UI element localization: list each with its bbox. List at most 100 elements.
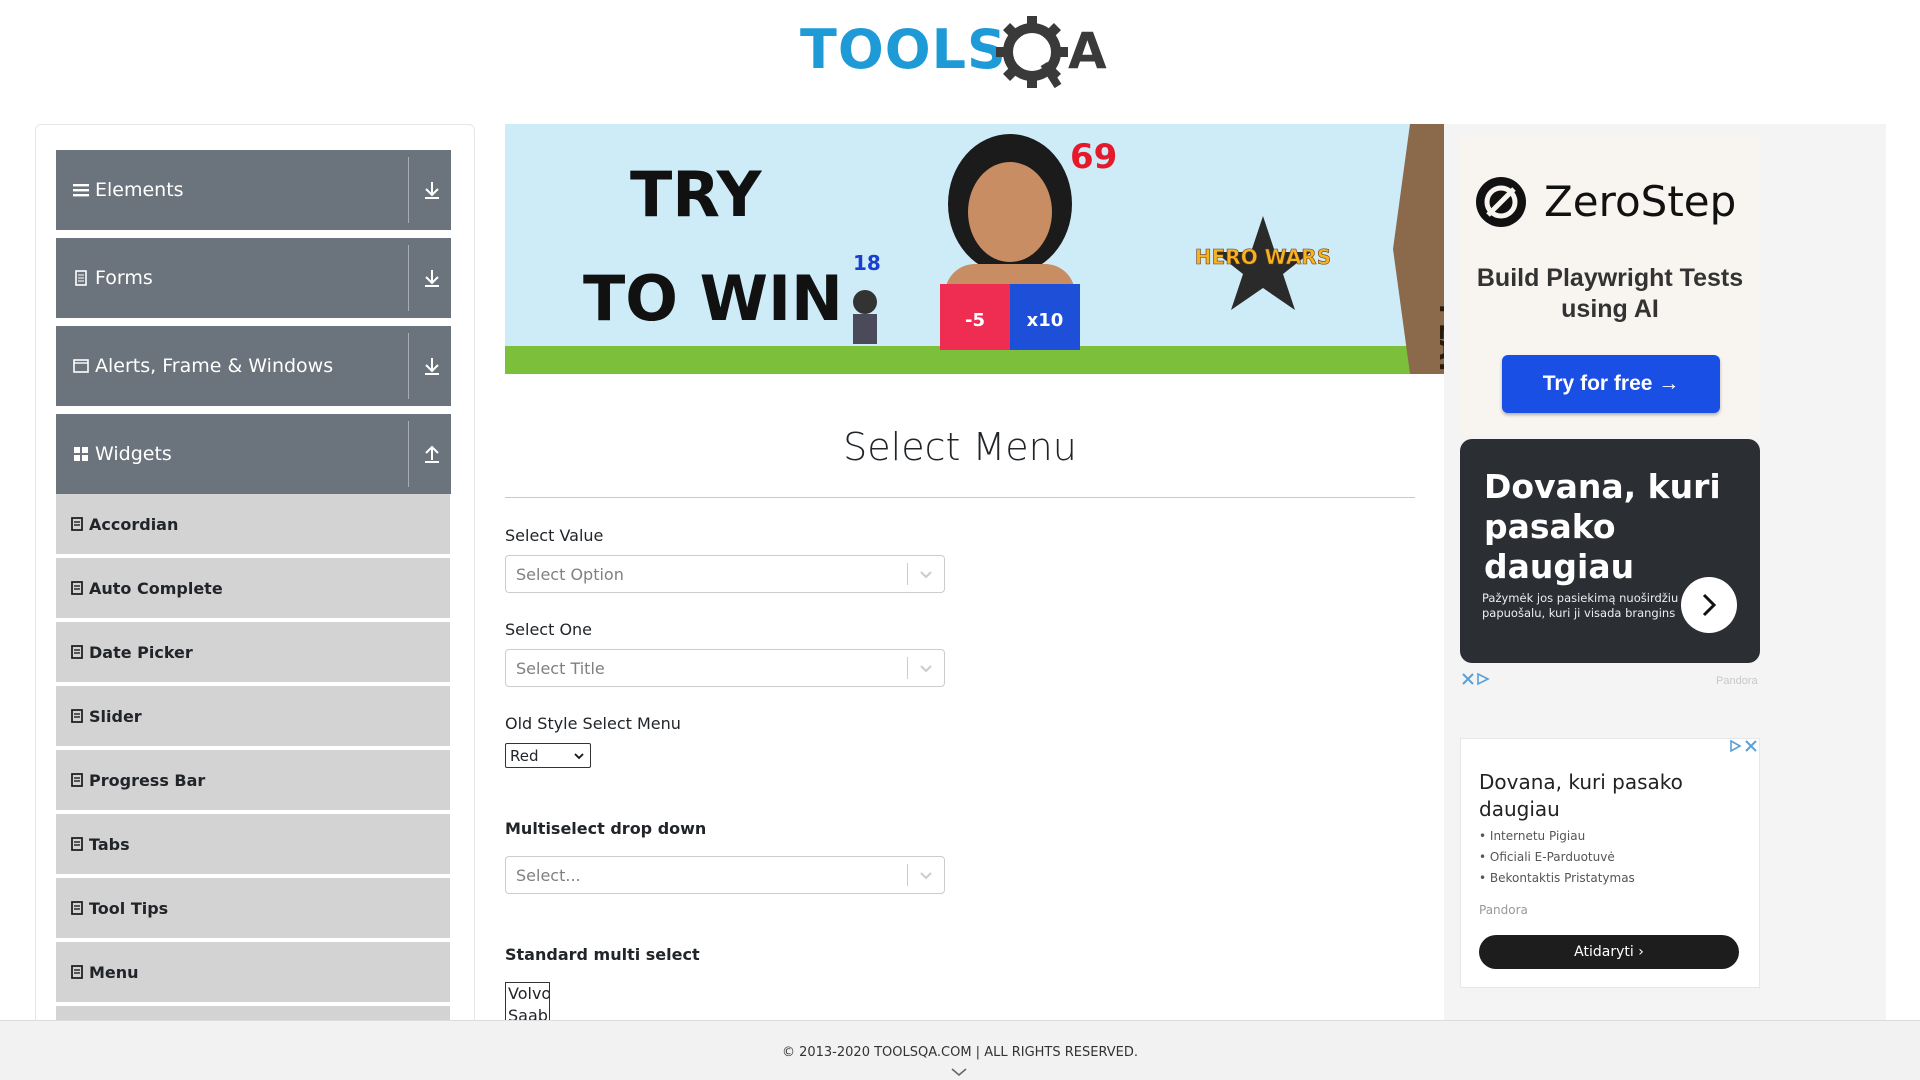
enemy-level: 69 — [1070, 137, 1117, 177]
list-icon — [71, 965, 83, 979]
divider — [408, 333, 409, 399]
hero-character-icon — [853, 290, 877, 344]
pandora-ad-dark[interactable]: Dovana, kuri pasako daugiau Pažymėk jos … — [1460, 439, 1760, 663]
block-minus-label: -5 — [965, 310, 985, 331]
standard-multi-select-label: Standard multi select — [505, 945, 700, 964]
zerostep-tagline: Build Playwright Tests using AI — [1476, 264, 1744, 323]
toolsqa-logo[interactable]: TOOLS A — [800, 14, 1125, 94]
divider — [408, 421, 409, 487]
standard-multi-select[interactable]: Volvo Saab — [505, 982, 550, 1022]
select-value-label: Select Value — [505, 526, 604, 545]
sidebar-item-label: Auto Complete — [89, 578, 223, 598]
sidebar-item-accordian[interactable]: Accordian — [56, 494, 450, 556]
select-one-placeholder: Select Title — [516, 658, 605, 678]
sidebar-item-label: Slider — [89, 706, 142, 726]
select-one-dropdown[interactable]: Select Title — [505, 649, 945, 687]
chevron-right-icon[interactable] — [1681, 577, 1737, 633]
chevron-down-icon[interactable] — [908, 556, 944, 592]
sidebar-item-auto-complete[interactable]: Auto Complete — [56, 558, 450, 620]
list-icon — [71, 837, 83, 851]
sidebar-group-alerts[interactable]: Alerts, Frame & Windows — [56, 326, 451, 406]
ad-choices-icon[interactable] — [1461, 672, 1491, 686]
document-icon — [75, 270, 87, 286]
hero-wars-banner-ad[interactable]: TRY TO WIN 18 -5 x10 69 HERO WARS PLAY N… — [505, 124, 1445, 374]
download-arrow-icon[interactable] — [422, 267, 442, 289]
sidebar-group-label: Elements — [95, 179, 184, 201]
logo-text-tools: TOOLS — [800, 18, 1007, 81]
zerostep-ad[interactable]: ZeroStep Build Playwright Tests using AI… — [1460, 135, 1760, 435]
multiselect-placeholder: Select... — [516, 865, 581, 885]
multiselect-label: Multiselect drop down — [505, 819, 707, 838]
download-arrow-icon[interactable] — [422, 355, 442, 377]
sidebar-item-label: Menu — [89, 962, 139, 982]
banner-headline-1: TRY — [630, 158, 763, 231]
divider — [408, 245, 409, 311]
chevron-down-icon — [574, 753, 584, 760]
sidebar-item-label: Accordian — [89, 514, 179, 534]
grid-icon — [74, 447, 88, 461]
old-style-select-label: Old Style Select Menu — [505, 714, 681, 733]
multiselect-dropdown[interactable]: Select... — [505, 856, 945, 894]
old-style-select[interactable]: Red — [505, 743, 591, 768]
list-icon — [71, 901, 83, 915]
copyright-text: © 2013-2020 TOOLSQA.COM | ALL RIGHTS RES… — [781, 1045, 1139, 1060]
atidaryti-button[interactable]: Atidaryti › — [1479, 935, 1739, 969]
sidebar-group-label: Widgets — [95, 443, 172, 465]
list-icon — [71, 581, 83, 595]
sidebar-group-label: Alerts, Frame & Windows — [95, 355, 334, 377]
select-value-placeholder: Select Option — [516, 564, 624, 584]
chevron-down-icon[interactable] — [950, 1067, 968, 1077]
pandora-ad-brand: Pandora — [1716, 675, 1758, 687]
sidebar-item-progress-bar[interactable]: Progress Bar — [56, 750, 450, 812]
download-arrow-icon[interactable] — [422, 179, 442, 201]
ad-choices-icon[interactable] — [1727, 738, 1759, 754]
upload-arrow-icon[interactable] — [422, 443, 442, 465]
window-icon — [73, 359, 89, 373]
zerostep-logo-icon — [1476, 177, 1526, 227]
title-divider — [505, 497, 1415, 498]
hamburger-icon — [73, 184, 89, 197]
chevron-down-icon[interactable] — [908, 650, 944, 686]
pandora-ad-light[interactable]: Dovana, kuri pasako daugiau • Internetu … — [1460, 738, 1760, 988]
hero-level: 18 — [853, 251, 881, 275]
sidebar-item-date-picker[interactable]: Date Picker — [56, 622, 450, 684]
site-footer: © 2013-2020 TOOLSQA.COM | ALL RIGHTS RES… — [0, 1020, 1920, 1080]
sidebar-item-label: Progress Bar — [89, 770, 206, 790]
select-one-label: Select One — [505, 620, 593, 639]
pandora-bullet: • Oficiali E-Parduotuvė — [1479, 850, 1615, 864]
sidebar-group-widgets[interactable]: Widgets — [56, 414, 451, 494]
old-style-select-value: Red — [510, 746, 539, 765]
sidebar-item-label: Date Picker — [89, 642, 193, 662]
try-for-free-button[interactable]: Try for free → — [1502, 355, 1720, 413]
pandora-bullet: • Bekontaktis Pristatymas — [1479, 871, 1635, 885]
sidebar-group-label: Forms — [95, 267, 153, 289]
pandora-ad-title: Dovana, kuri pasako daugiau — [1479, 770, 1683, 821]
sidebar-item-slider[interactable]: Slider — [56, 686, 450, 748]
sidebar-item-tabs[interactable]: Tabs — [56, 814, 450, 876]
sidebar-item-label: Tool Tips — [89, 898, 169, 918]
sidebar-group-elements[interactable]: Elements — [56, 150, 451, 230]
banner-brand: HERO WARS — [1195, 245, 1331, 269]
left-navigation-panel: Elements Forms Alerts, Frame & Windows W… — [35, 124, 475, 1024]
pandora-ad-description: Pažymėk jos pasiekimą nuoširdžiu papuoša… — [1482, 591, 1679, 620]
block-times-label: x10 — [1027, 310, 1064, 331]
svg-text:A: A — [1068, 22, 1107, 80]
select-value-dropdown[interactable]: Select Option — [505, 555, 945, 593]
site-header: TOOLS A — [0, 0, 1920, 110]
banner-headline-2: TO WIN — [583, 262, 843, 335]
list-icon — [71, 709, 83, 723]
pandora-ad-brand: Pandora — [1479, 903, 1528, 917]
list-icon — [71, 517, 83, 531]
sidebar-group-forms[interactable]: Forms — [56, 238, 451, 318]
zerostep-name: ZeroStep — [1544, 177, 1737, 226]
sidebar-item-menu[interactable]: Menu — [56, 942, 450, 1004]
sidebar-item-tool-tips[interactable]: Tool Tips — [56, 878, 450, 940]
chevron-down-icon[interactable] — [908, 857, 944, 893]
pandora-bullet: • Internetu Pigiau — [1479, 829, 1586, 843]
multi-select-option[interactable]: Volvo — [508, 983, 549, 1005]
divider — [408, 157, 409, 223]
list-icon — [71, 645, 83, 659]
sidebar-item-label: Tabs — [89, 834, 130, 854]
list-icon — [71, 773, 83, 787]
page-title: Select Menu — [843, 425, 1077, 469]
